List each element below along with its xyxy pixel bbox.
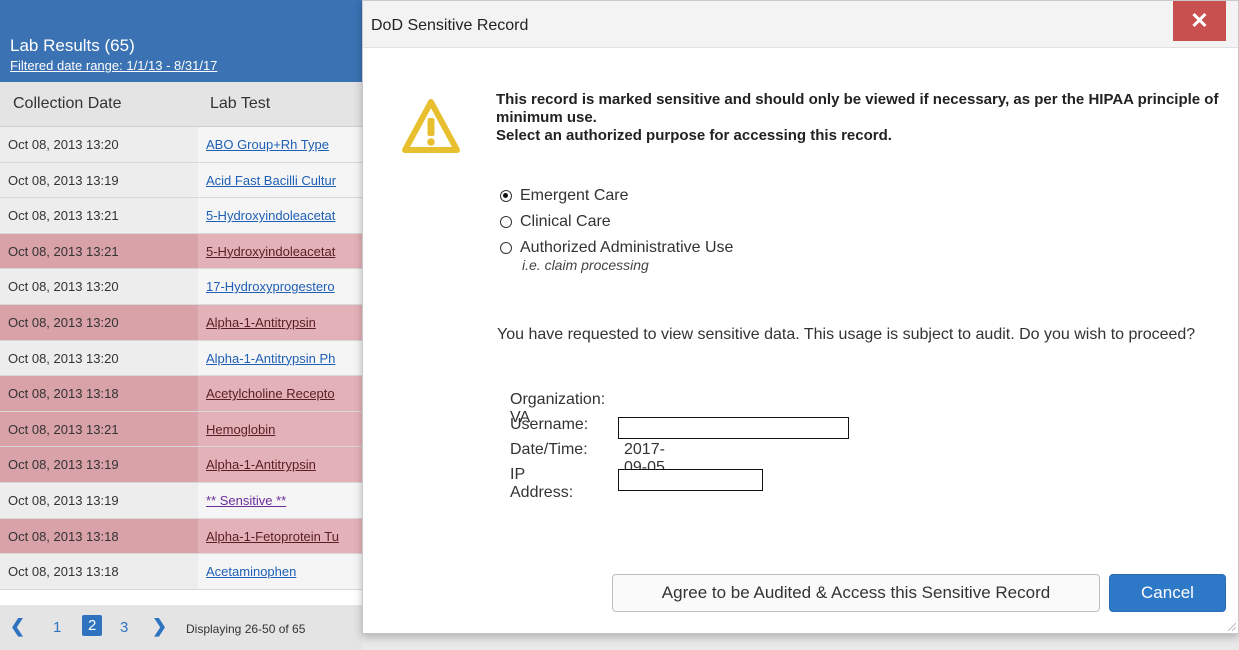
lab-test-link[interactable]: 17-Hydroxyprogestero [206,279,335,294]
collection-date-cell: Oct 08, 2013 13:20 [8,350,119,366]
lab-test-link[interactable]: Alpha-1-Antitrypsin Ph [206,351,335,366]
table-row[interactable]: Oct 08, 2013 13:20 Alpha-1-Antitrypsin Ph [0,340,362,377]
lab-test-link[interactable]: Acetaminophen [206,564,296,579]
page-3-link[interactable]: 3 [120,619,128,636]
warning-icon [402,99,460,153]
username-redacted-box [618,417,849,439]
ip-address-redacted-box [618,469,763,491]
dialog-titlebar: DoD Sensitive Record ✕ [363,1,1238,48]
ip-address-label: IP Address: [510,466,574,501]
table-row[interactable]: Oct 08, 2013 13:18 Acetaminophen [0,554,362,590]
sensitive-record-dialog: DoD Sensitive Record ✕ This record is ma… [362,0,1239,634]
collection-date-cell: Oct 08, 2013 13:21 [8,243,119,259]
table-row[interactable]: Oct 08, 2013 13:21 Hemoglobin [0,411,362,448]
lab-results-column-headers: Collection Date Lab Test [0,82,362,127]
sensitive-warning-text: This record is marked sensitive and shou… [496,91,1219,126]
audit-notice: You have requested to view sensitive dat… [497,326,1196,343]
lab-results-title: Lab Results (65) [10,36,135,55]
lab-test-link[interactable]: 5-Hydroxyindoleacetat [206,208,335,223]
table-row[interactable]: Oct 08, 2013 13:19 ** Sensitive ** [0,482,362,519]
radio-label: Authorized Administrative Use [520,239,734,256]
purpose-radio-group: Emergent Care Clinical Care Authorized A… [500,183,733,273]
lab-test-link[interactable]: ABO Group+Rh Type [206,137,329,152]
lab-test-link[interactable]: Acetylcholine Recepto [206,386,335,401]
cancel-button[interactable]: Cancel [1109,574,1226,612]
lab-test-link[interactable]: 5-Hydroxyindoleacetat [206,244,335,259]
collection-date-cell: Oct 08, 2013 13:21 [8,208,119,224]
collection-date-cell: Oct 08, 2013 13:18 [8,564,119,580]
chevron-left-icon[interactable]: ❮ [10,616,25,637]
radio-label: Emergent Care [520,187,629,204]
collection-date-cell: Oct 08, 2013 13:19 [8,172,119,188]
radio-clinical-care[interactable]: Clinical Care [500,209,733,235]
table-row[interactable]: Oct 08, 2013 13:20 17-Hydroxyprogestero [0,269,362,305]
pagination-bar: ❮ 1 2 3 ❯ Displaying 26-50 of 65 [0,605,362,650]
dialog-title: DoD Sensitive Record [371,17,529,34]
resize-grip-icon[interactable] [1226,621,1236,631]
radio-authorized-administrative-use[interactable]: Authorized Administrative Use [500,235,733,261]
table-row[interactable]: Oct 08, 2013 13:21 5-Hydroxyindoleacetat [0,233,362,270]
select-purpose-text: Select an authorized purpose for accessi… [496,127,892,144]
agree-access-button[interactable]: Agree to be Audited & Access this Sensit… [612,574,1100,612]
table-row[interactable]: Oct 08, 2013 13:21 5-Hydroxyindoleacetat [0,198,362,234]
table-row[interactable]: Oct 08, 2013 13:20 Alpha-1-Antitrypsin [0,304,362,341]
column-header-collection-date[interactable]: Collection Date [13,95,122,113]
radio-label: Clinical Care [520,213,611,230]
filtered-date-range-link[interactable]: Filtered date range: 1/1/13 - 8/31/17 [10,58,217,73]
collection-date-cell: Oct 08, 2013 13:19 [8,492,119,508]
radio-emergent-care[interactable]: Emergent Care [500,183,733,209]
radio-unselected-icon[interactable] [500,242,512,254]
lab-results-header: Lab Results (65) Filtered date range: 1/… [0,0,362,82]
column-header-lab-test[interactable]: Lab Test [210,95,270,113]
username-label: Username: [510,416,589,433]
lab-test-link[interactable]: Alpha-1-Antitrypsin [206,457,316,472]
lab-test-link[interactable]: Acid Fast Bacilli Cultur [206,173,336,188]
collection-date-cell: Oct 08, 2013 13:21 [8,421,119,437]
radio-selected-icon[interactable] [500,190,512,202]
page-1-link[interactable]: 1 [53,619,61,636]
sensitive-lab-test-link[interactable]: ** Sensitive ** [206,493,286,508]
collection-date-cell: Oct 08, 2013 13:18 [8,528,119,544]
close-button[interactable]: ✕ [1173,1,1226,41]
sensitive-warning-message: This record is marked sensitive and shou… [496,91,1231,145]
lab-test-link[interactable]: Hemoglobin [206,422,275,437]
lab-test-link[interactable]: Alpha-1-Antitrypsin [206,315,316,330]
table-row[interactable]: Oct 08, 2013 13:19 Alpha-1-Antitrypsin [0,447,362,483]
table-row[interactable]: Oct 08, 2013 13:19 Acid Fast Bacilli Cult… [0,162,362,199]
table-row[interactable]: Oct 08, 2013 13:18 Acetylcholine Recepto [0,376,362,412]
lab-results-rows: Oct 08, 2013 13:20 ABO Group+Rh Type Oct … [0,127,362,590]
collection-date-cell: Oct 08, 2013 13:20 [8,137,119,152]
table-row[interactable]: Oct 08, 2013 13:18 Alpha-1-Fetoprotein Tu [0,518,362,555]
collection-date-cell: Oct 08, 2013 13:19 [8,457,119,473]
datetime-label: Date/Time: [510,441,588,458]
table-row[interactable]: Oct 08, 2013 13:20 ABO Group+Rh Type [0,127,362,163]
collection-date-cell: Oct 08, 2013 13:20 [8,279,119,295]
radio-unselected-icon[interactable] [500,216,512,228]
chevron-right-icon[interactable]: ❯ [152,616,167,637]
lab-test-link[interactable]: Alpha-1-Fetoprotein Tu [206,529,339,544]
collection-date-cell: Oct 08, 2013 13:20 [8,314,119,330]
page-2-current[interactable]: 2 [82,615,103,636]
lab-results-panel: Lab Results (65) Filtered date range: 1/… [0,0,362,650]
collection-date-cell: Oct 08, 2013 13:18 [8,386,119,402]
pagination-display-text: Displaying 26-50 of 65 [186,622,306,636]
